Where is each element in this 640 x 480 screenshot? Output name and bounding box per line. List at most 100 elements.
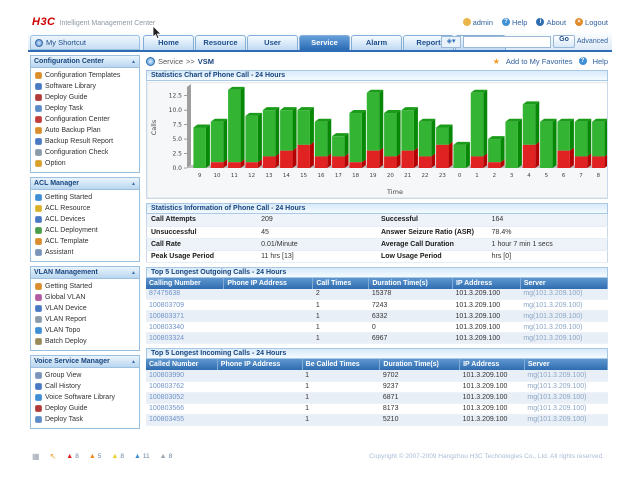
number-link[interactable]: 100803371 (146, 311, 224, 322)
sidebar-item-assistant[interactable]: Assistant (35, 247, 139, 258)
sidebar-section-header-voice-service-manager[interactable]: Voice Service Manager▲ (31, 356, 139, 368)
search-input[interactable] (463, 36, 551, 48)
number-link[interactable]: 100803709 (146, 300, 224, 311)
about-link[interactable]: i About (536, 18, 566, 27)
number-link[interactable]: 100803762 (146, 381, 217, 392)
cell: mg(101.3.209.100) (524, 403, 607, 414)
advanced-search-link[interactable]: Advanced (577, 38, 608, 45)
sidebar-item-auto-backup-plan[interactable]: Auto Backup Plan (35, 125, 139, 136)
chart-container: 0.02.55.07.510.012.591011121314151617181… (146, 81, 608, 199)
sidebar-item-deploy-task[interactable]: Deploy Task (35, 414, 139, 425)
column-header-ip-address[interactable]: IP Address (452, 278, 520, 289)
svg-text:8: 8 (597, 173, 601, 179)
cell: mg(101.3.209.100) (520, 322, 607, 333)
breadcrumb-section[interactable]: Service (158, 57, 183, 66)
number-link[interactable]: 100803340 (146, 322, 224, 333)
sidebar-item-vlan-report[interactable]: VLAN Report (35, 314, 139, 325)
sidebar-item-acl-template[interactable]: ACL Template (35, 236, 139, 247)
current-user[interactable]: admin (463, 18, 493, 27)
svg-text:Time: Time (386, 188, 403, 196)
sidebar-item-vlan-device[interactable]: VLAN Device (35, 303, 139, 314)
column-header-ip-address[interactable]: IP Address (460, 359, 525, 370)
sidebar-item-global-vlan[interactable]: Global VLAN (35, 292, 139, 303)
sidebar-item-batch-deploy[interactable]: Batch Deploy (35, 336, 139, 347)
number-link[interactable]: 100803455 (146, 414, 217, 425)
cursor-tool-icon[interactable]: ↖ (50, 452, 57, 461)
cell: 1 (313, 300, 369, 311)
sidebar-item-option[interactable]: Option (35, 158, 139, 169)
sidebar-item-vlan-topo[interactable]: VLAN Topo (35, 325, 139, 336)
number-link[interactable]: 100803990 (146, 370, 217, 381)
tab-home[interactable]: Home (143, 35, 194, 50)
tab-resource[interactable]: Resource (195, 35, 246, 50)
column-header-call-times[interactable]: Call Times (313, 278, 369, 289)
alarm-badge-normal[interactable]: ▲8 (160, 453, 173, 460)
sidebar-item-deploy-guide[interactable]: Deploy Guide (35, 403, 139, 414)
mouse-cursor (152, 26, 164, 40)
sidebar-item-configuration-center[interactable]: Configuration Center (35, 114, 139, 125)
alarm-badge-warning[interactable]: ▲11 (134, 453, 150, 460)
column-header-calling-number[interactable]: Calling Number (146, 278, 224, 289)
sidebar-item-voice-software-library[interactable]: Voice Software Library (35, 392, 139, 403)
logout-link[interactable]: × Logout (575, 18, 608, 27)
sidebar-item-software-library[interactable]: Software Library (35, 81, 139, 92)
sidebar-item-acl-resource[interactable]: ACL Resource (35, 203, 139, 214)
search-go-button[interactable]: Go (553, 35, 575, 48)
sidebar-item-group-view[interactable]: Group View (35, 370, 139, 381)
sidebar-item-getting-started[interactable]: Getting Started (35, 281, 139, 292)
page-help-link[interactable]: Help (593, 57, 608, 66)
tab-service[interactable]: Service (299, 35, 350, 50)
sidebar-item-acl-deployment[interactable]: ACL Deployment (35, 225, 139, 236)
column-header-phone-ip-address[interactable]: Phone IP Address (224, 278, 313, 289)
cell: 6332 (369, 311, 453, 322)
collapse-arrow-icon[interactable]: ▲ (131, 59, 136, 65)
alarm-count: 8 (75, 453, 79, 460)
cell: 1 (302, 414, 380, 425)
column-header-called-number[interactable]: Called Number (146, 359, 217, 370)
alarm-badge-major[interactable]: ▲5 (89, 453, 102, 460)
vlan-device-icon (35, 305, 42, 312)
sidebar-item-call-history[interactable]: Call History (35, 381, 139, 392)
sidebar-section-header-vlan-management[interactable]: VLAN Management▲ (31, 267, 139, 279)
sidebar-section-header-acl-manager[interactable]: ACL Manager▲ (31, 178, 139, 190)
sidebar-item-getting-started[interactable]: Getting Started (35, 192, 139, 203)
sidebar-item-deploy-task[interactable]: Deploy Task (35, 103, 139, 114)
column-header-server[interactable]: Server (520, 278, 607, 289)
tab-alarm[interactable]: Alarm (351, 35, 402, 50)
sidebar-item-deploy-guide[interactable]: Deploy Guide (35, 92, 139, 103)
number-link[interactable]: 100803052 (146, 392, 217, 403)
alarm-badge-minor[interactable]: ▲8 (111, 453, 124, 460)
number-link[interactable]: 100803566 (146, 403, 217, 414)
cell (224, 289, 313, 300)
collapse-arrow-icon[interactable]: ▲ (131, 181, 136, 187)
alarm-badge-critical[interactable]: ▲8 (66, 453, 79, 460)
svg-text:10: 10 (214, 173, 221, 179)
number-link[interactable]: 87475638 (146, 289, 224, 300)
sidebar-item-configuration-check[interactable]: Configuration Check (35, 147, 139, 158)
my-shortcut-button[interactable]: My Shortcut (30, 35, 140, 50)
sidebar-section-header-configuration-center[interactable]: Configuration Center▲ (31, 56, 139, 68)
sidebar-item-configuration-templates[interactable]: Configuration Templates (35, 70, 139, 81)
column-header-be-called-times[interactable]: Be Called Times (302, 359, 380, 370)
cell: 1 (302, 403, 380, 414)
cell (224, 300, 313, 311)
sidebar-item-acl-devices[interactable]: ACL Devices (35, 214, 139, 225)
collapse-arrow-icon[interactable]: ▲ (131, 270, 136, 276)
number-link[interactable]: 100803324 (146, 333, 224, 344)
sidebar-item-label: VLAN Report (45, 316, 86, 323)
tab-user[interactable]: User (247, 35, 298, 50)
sidebar-item-backup-result-report[interactable]: Backup Result Report (35, 136, 139, 147)
column-header-duration-time-s[interactable]: Duration Time(s) (369, 278, 453, 289)
add-to-favorites-link[interactable]: Add to My Favorites (506, 57, 573, 66)
collapse-arrow-icon[interactable]: ▲ (131, 359, 136, 365)
column-header-phone-ip-address[interactable]: Phone IP Address (217, 359, 302, 370)
option-icon (35, 160, 42, 167)
svg-text:11: 11 (231, 173, 238, 179)
cell: 1 (302, 392, 380, 403)
column-header-duration-time-s[interactable]: Duration Time(s) (380, 359, 460, 370)
stat-label-answer-seizure-ratio-asr: Answer Seizure Ratio (ASR) (377, 226, 488, 238)
column-header-server[interactable]: Server (524, 359, 607, 370)
search-category-dropdown[interactable]: ◈▾ (441, 36, 461, 48)
help-link[interactable]: ? Help (502, 18, 527, 27)
sound-toggle-icon[interactable]: ▦ (32, 452, 40, 461)
